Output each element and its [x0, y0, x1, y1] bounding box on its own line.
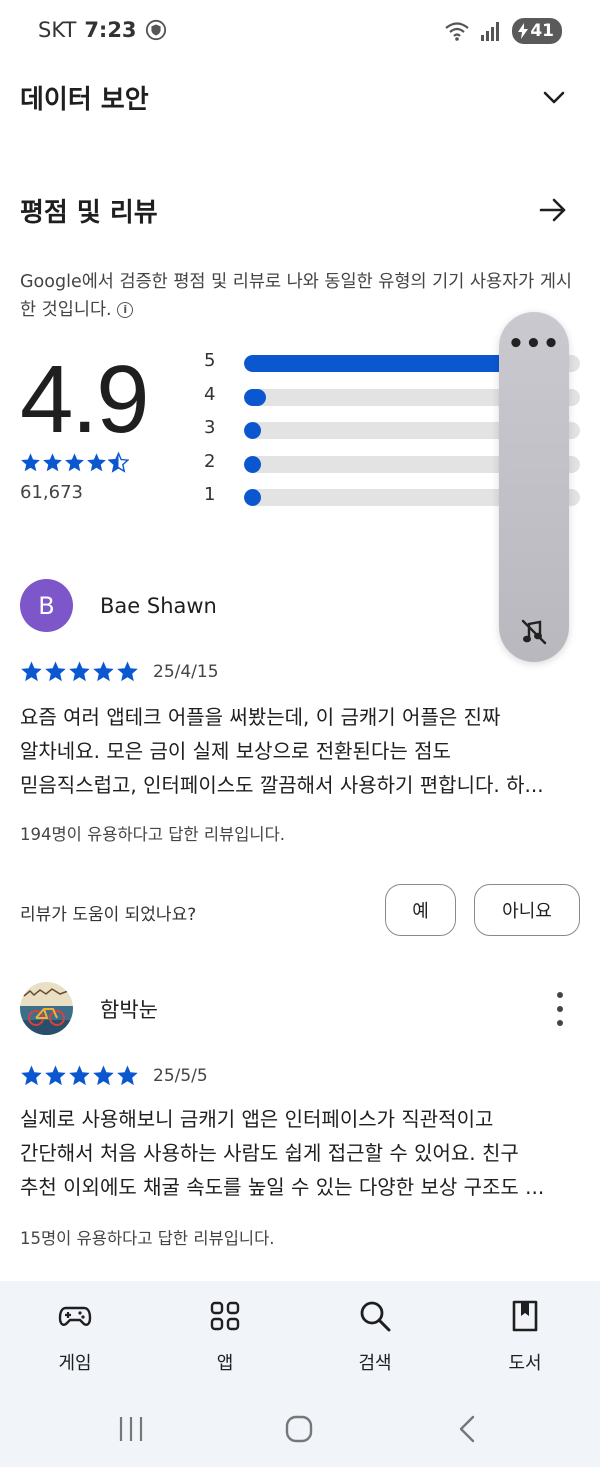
star-icon	[108, 452, 129, 473]
helpful-count: 194명이 유용하다고 답한 리뷰입니다.	[20, 825, 285, 844]
rating-bar-fill	[244, 455, 261, 473]
rating-bar-label: 4	[204, 383, 216, 405]
star-icon	[93, 661, 114, 682]
no-button[interactable]: 아니요	[474, 884, 580, 936]
bottom-navigation: 게임 앱 검색 도서	[0, 1281, 600, 1399]
recents-icon[interactable]	[117, 1415, 145, 1443]
info-icon[interactable]: i	[117, 302, 134, 318]
nav-apps[interactable]: 앱	[175, 1299, 275, 1375]
yes-button[interactable]: 예	[385, 884, 456, 936]
review-stars	[20, 1064, 139, 1087]
star-icon	[21, 453, 40, 472]
nav-label: 게임	[58, 1353, 92, 1374]
review-1-meta: 25/4/15	[20, 660, 219, 683]
chevron-down-icon[interactable]	[542, 85, 566, 109]
average-stars	[20, 452, 129, 473]
nav-search[interactable]: 검색	[325, 1299, 425, 1375]
shield-icon	[145, 19, 166, 41]
star-icon	[45, 1065, 66, 1086]
reviewer-name: 함박눈	[100, 997, 158, 1022]
review-line: 추천 이외에도 채굴 속도를 높일 수 있는 다양한 보상 구조도 ...	[20, 1175, 545, 1199]
ratings-reviews-title: 평점 및 리뷰	[20, 197, 158, 228]
helpful-question: 리뷰가 도움이 되었나요?	[20, 905, 197, 925]
wifi-icon	[445, 22, 470, 41]
star-icon	[117, 661, 138, 682]
ratings-description: Google에서 검증한 평점 및 리뷰로 나와 동일한 유형의 기기 사용자가…	[20, 268, 580, 324]
home-icon[interactable]	[285, 1415, 313, 1443]
review-menu-icon[interactable]	[550, 992, 570, 1026]
star-icon	[69, 1065, 90, 1086]
rating-bar-fill	[244, 388, 266, 406]
star-icon	[21, 661, 42, 682]
helpful-count: 15명이 유용하다고 답한 리뷰입니다.	[20, 1229, 275, 1248]
clock: 7:23	[84, 18, 137, 42]
review-stars	[20, 660, 139, 683]
mute-music-icon[interactable]	[520, 618, 548, 646]
signal-icon	[481, 22, 500, 41]
data-security-row[interactable]: 데이터 보안	[20, 75, 580, 119]
review-1-author: B Bae Shawn	[20, 579, 217, 632]
rating-bar-label: 1	[204, 484, 216, 505]
review-2-author: 함박눈	[20, 982, 158, 1035]
back-icon[interactable]	[455, 1415, 479, 1443]
review-1-text[interactable]: 요즘 여러 앱테크 어플을 써봤는데, 이 금캐기 어플은 진짜 알차네요. 모…	[20, 700, 580, 802]
review-line: 요즘 여러 앱테크 어플을 써봤는데, 이 금캐기 어플은 진짜	[20, 705, 501, 729]
star-icon	[69, 661, 90, 682]
battery-level: 41	[530, 21, 554, 41]
review-line: 알차네요. 모은 금이 실제 보상으로 전환된다는 점도	[20, 739, 451, 763]
ratings-reviews-header[interactable]: 평점 및 리뷰	[20, 188, 580, 232]
carrier-label: SKT	[38, 18, 77, 42]
gamepad-icon	[58, 1306, 92, 1326]
avatar: B	[20, 579, 73, 632]
system-navigation-bar	[0, 1399, 600, 1467]
battery-indicator: 41	[512, 18, 562, 44]
status-right: 41	[444, 18, 562, 44]
average-rating: 4.9	[20, 346, 149, 453]
status-bar: SKT 7:23 41	[0, 0, 600, 62]
star-icon	[117, 1065, 138, 1086]
arrow-right-icon[interactable]	[538, 195, 568, 225]
star-icon	[65, 453, 84, 472]
review-line: 간단해서 처음 사용하는 사람도 쉽게 접근할 수 있어요. 친구	[20, 1141, 519, 1165]
review-2-meta: 25/5/5	[20, 1064, 208, 1087]
rating-bar-label: 2	[204, 450, 216, 472]
avatar	[20, 982, 73, 1035]
review-line: 실제로 사용해보니 금캐기 앱은 인터페이스가 직관적이고	[20, 1107, 494, 1131]
rating-bar-label: 5	[204, 350, 216, 371]
star-icon	[87, 453, 106, 472]
ratings-description-text: Google에서 검증한 평점 및 리뷰로 나와 동일한 유형의 기기 사용자가…	[20, 272, 573, 320]
review-line: 믿음직스럽고, 인터페이스도 깔끔해서 사용하기 편합니다. 하...	[20, 773, 544, 797]
nav-label: 도서	[508, 1353, 542, 1374]
nav-label: 검색	[358, 1353, 392, 1374]
nav-label: 앱	[216, 1353, 234, 1374]
rating-bar-fill	[244, 489, 261, 506]
review-date: 25/5/5	[153, 1065, 208, 1086]
rating-count: 61,673	[20, 482, 83, 503]
more-horizontal-icon[interactable]: •••	[499, 331, 569, 357]
review-date: 25/4/15	[153, 661, 219, 682]
book-icon	[512, 1300, 538, 1332]
review-2-text[interactable]: 실제로 사용해보니 금캐기 앱은 인터페이스가 직관적이고 간단해서 처음 사용…	[20, 1102, 580, 1204]
rating-bar-fill	[244, 422, 261, 439]
star-icon	[43, 453, 62, 472]
bicycle-avatar-image	[20, 982, 73, 1035]
reviewer-name: Bae Shawn	[100, 593, 217, 618]
nav-books[interactable]: 도서	[475, 1299, 575, 1375]
star-icon	[93, 1065, 114, 1086]
charging-bolt-icon	[518, 23, 529, 39]
star-icon	[21, 1065, 42, 1086]
floating-side-panel[interactable]: •••	[499, 312, 569, 662]
star-icon	[45, 661, 66, 682]
data-security-title: 데이터 보안	[20, 84, 149, 115]
search-icon	[360, 1301, 391, 1332]
apps-grid-icon	[210, 1301, 240, 1331]
nav-games[interactable]: 게임	[25, 1299, 125, 1375]
status-left: SKT 7:23	[38, 18, 167, 42]
rating-bar-label: 3	[204, 417, 216, 438]
